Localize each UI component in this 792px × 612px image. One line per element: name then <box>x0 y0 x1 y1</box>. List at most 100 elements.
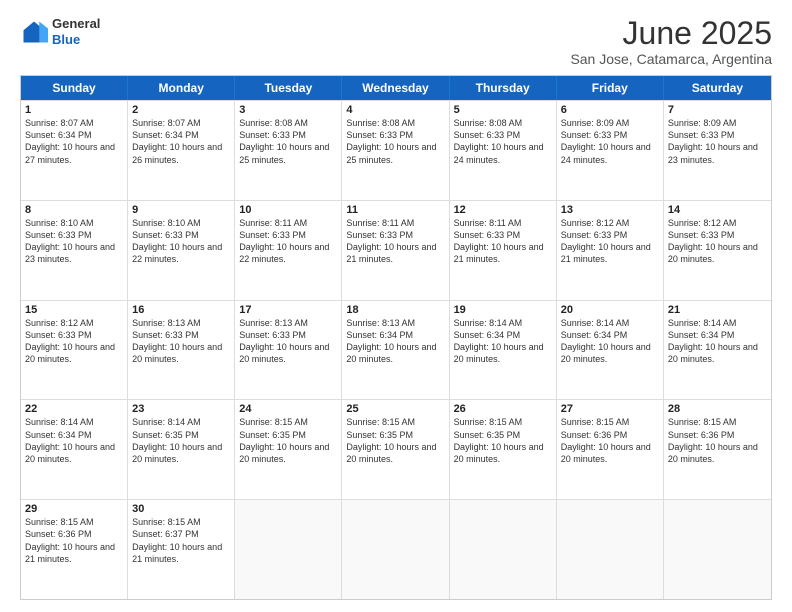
day-number: 18 <box>346 304 444 316</box>
cell-info: Sunrise: 8:15 AM Sunset: 6:35 PM Dayligh… <box>239 416 337 465</box>
cell-info: Sunrise: 8:14 AM Sunset: 6:34 PM Dayligh… <box>668 317 767 366</box>
cal-cell-1-2: 2Sunrise: 8:07 AM Sunset: 6:34 PM Daylig… <box>128 101 235 200</box>
cell-info: Sunrise: 8:14 AM Sunset: 6:34 PM Dayligh… <box>454 317 552 366</box>
logo: General Blue <box>20 16 100 47</box>
cell-info: Sunrise: 8:14 AM Sunset: 6:34 PM Dayligh… <box>25 416 123 465</box>
day-number: 29 <box>25 503 123 515</box>
cal-cell-3-3: 17Sunrise: 8:13 AM Sunset: 6:33 PM Dayli… <box>235 301 342 400</box>
cal-cell-5-3 <box>235 500 342 599</box>
day-number: 16 <box>132 304 230 316</box>
cal-cell-1-7: 7Sunrise: 8:09 AM Sunset: 6:33 PM Daylig… <box>664 101 771 200</box>
cal-cell-2-4: 11Sunrise: 8:11 AM Sunset: 6:33 PM Dayli… <box>342 201 449 300</box>
day-number: 20 <box>561 304 659 316</box>
header: General Blue June 2025 San Jose, Catamar… <box>20 16 772 67</box>
logo-text: General Blue <box>52 16 100 47</box>
logo-general: General <box>52 16 100 32</box>
day-number: 22 <box>25 403 123 415</box>
cal-cell-1-1: 1Sunrise: 8:07 AM Sunset: 6:34 PM Daylig… <box>21 101 128 200</box>
cal-cell-3-5: 19Sunrise: 8:14 AM Sunset: 6:34 PM Dayli… <box>450 301 557 400</box>
day-number: 3 <box>239 104 337 116</box>
cal-cell-4-1: 22Sunrise: 8:14 AM Sunset: 6:34 PM Dayli… <box>21 400 128 499</box>
cal-cell-5-5 <box>450 500 557 599</box>
calendar-header-row: Sunday Monday Tuesday Wednesday Thursday… <box>21 76 771 100</box>
cal-cell-3-6: 20Sunrise: 8:14 AM Sunset: 6:34 PM Dayli… <box>557 301 664 400</box>
week-row-2: 8 Sunrise: 8:10 AM Sunset: 6:33 PM Daylig… <box>21 200 771 300</box>
cal-cell-2-7: 14Sunrise: 8:12 AM Sunset: 6:33 PM Dayli… <box>664 201 771 300</box>
day-number: 8 <box>25 204 123 216</box>
cell-info: Sunrise: 8:14 AM Sunset: 6:34 PM Dayligh… <box>561 317 659 366</box>
cal-cell-1-3: 3Sunrise: 8:08 AM Sunset: 6:33 PM Daylig… <box>235 101 342 200</box>
title-block: June 2025 San Jose, Catamarca, Argentina <box>570 16 772 67</box>
day-number: 4 <box>346 104 444 116</box>
day-number: 7 <box>668 104 767 116</box>
cal-cell-2-5: 12Sunrise: 8:11 AM Sunset: 6:33 PM Dayli… <box>450 201 557 300</box>
day-number: 24 <box>239 403 337 415</box>
day-number: 5 <box>454 104 552 116</box>
cal-cell-2-6: 13Sunrise: 8:12 AM Sunset: 6:33 PM Dayli… <box>557 201 664 300</box>
day-number: 12 <box>454 204 552 216</box>
day-number: 25 <box>346 403 444 415</box>
cell-info: Sunrise: 8:15 AM Sunset: 6:36 PM Dayligh… <box>561 416 659 465</box>
cal-cell-4-2: 23Sunrise: 8:14 AM Sunset: 6:35 PM Dayli… <box>128 400 235 499</box>
header-thursday: Thursday <box>450 76 557 100</box>
cal-cell-3-2: 16Sunrise: 8:13 AM Sunset: 6:33 PM Dayli… <box>128 301 235 400</box>
day-number: 9 <box>132 204 230 216</box>
day-number: 2 <box>132 104 230 116</box>
cell-info: Sunrise: 8:12 AM Sunset: 6:33 PM Dayligh… <box>668 217 767 266</box>
header-wednesday: Wednesday <box>342 76 449 100</box>
cal-cell-1-4: 4Sunrise: 8:08 AM Sunset: 6:33 PM Daylig… <box>342 101 449 200</box>
cell-info: Sunrise: 8:13 AM Sunset: 6:33 PM Dayligh… <box>239 317 337 366</box>
cell-info: Sunrise: 8:10 AM Sunset: 6:33 PM Dayligh… <box>132 217 230 266</box>
week-row-5: 29Sunrise: 8:15 AM Sunset: 6:36 PM Dayli… <box>21 499 771 599</box>
cell-info: Sunrise: 8:14 AM Sunset: 6:35 PM Dayligh… <box>132 416 230 465</box>
week-row-1: 1Sunrise: 8:07 AM Sunset: 6:34 PM Daylig… <box>21 100 771 200</box>
day-number: 30 <box>132 503 230 515</box>
cell-info: Sunrise: 8:07 AM Sunset: 6:34 PM Dayligh… <box>132 117 230 166</box>
cal-cell-4-5: 26Sunrise: 8:15 AM Sunset: 6:35 PM Dayli… <box>450 400 557 499</box>
header-sunday: Sunday <box>21 76 128 100</box>
day-number: 17 <box>239 304 337 316</box>
cal-cell-5-2: 30Sunrise: 8:15 AM Sunset: 6:37 PM Dayli… <box>128 500 235 599</box>
logo-icon <box>20 18 48 46</box>
header-friday: Friday <box>557 76 664 100</box>
cal-cell-5-7 <box>664 500 771 599</box>
cell-info: Sunrise: 8:15 AM Sunset: 6:36 PM Dayligh… <box>668 416 767 465</box>
cal-cell-5-1: 29Sunrise: 8:15 AM Sunset: 6:36 PM Dayli… <box>21 500 128 599</box>
calendar-body: 1Sunrise: 8:07 AM Sunset: 6:34 PM Daylig… <box>21 100 771 599</box>
cal-cell-2-2: 9Sunrise: 8:10 AM Sunset: 6:33 PM Daylig… <box>128 201 235 300</box>
cell-info: Sunrise: 8:15 AM Sunset: 6:35 PM Dayligh… <box>454 416 552 465</box>
day-number: 10 <box>239 204 337 216</box>
day-number: 11 <box>346 204 444 216</box>
cell-info: Sunrise: 8:11 AM Sunset: 6:33 PM Dayligh… <box>454 217 552 266</box>
cell-info: Sunrise: 8:08 AM Sunset: 6:33 PM Dayligh… <box>239 117 337 166</box>
page: General Blue June 2025 San Jose, Catamar… <box>0 0 792 612</box>
day-number: 15 <box>25 304 123 316</box>
week-row-4: 22Sunrise: 8:14 AM Sunset: 6:34 PM Dayli… <box>21 399 771 499</box>
logo-blue: Blue <box>52 32 100 48</box>
header-tuesday: Tuesday <box>235 76 342 100</box>
day-number: 14 <box>668 204 767 216</box>
cal-cell-3-7: 21Sunrise: 8:14 AM Sunset: 6:34 PM Dayli… <box>664 301 771 400</box>
cell-info: Sunrise: 8:11 AM Sunset: 6:33 PM Dayligh… <box>239 217 337 266</box>
cell-info: Sunrise: 8:08 AM Sunset: 6:33 PM Dayligh… <box>346 117 444 166</box>
day-number: 28 <box>668 403 767 415</box>
cal-cell-4-3: 24Sunrise: 8:15 AM Sunset: 6:35 PM Dayli… <box>235 400 342 499</box>
header-monday: Monday <box>128 76 235 100</box>
day-number: 19 <box>454 304 552 316</box>
cell-info: Sunrise: 8:15 AM Sunset: 6:35 PM Dayligh… <box>346 416 444 465</box>
subtitle: San Jose, Catamarca, Argentina <box>570 51 772 67</box>
cal-cell-5-4 <box>342 500 449 599</box>
cal-cell-1-6: 6Sunrise: 8:09 AM Sunset: 6:33 PM Daylig… <box>557 101 664 200</box>
cal-cell-4-4: 25Sunrise: 8:15 AM Sunset: 6:35 PM Dayli… <box>342 400 449 499</box>
cal-cell-2-3: 10Sunrise: 8:11 AM Sunset: 6:33 PM Dayli… <box>235 201 342 300</box>
day-number: 13 <box>561 204 659 216</box>
calendar: Sunday Monday Tuesday Wednesday Thursday… <box>20 75 772 600</box>
cal-cell-4-6: 27Sunrise: 8:15 AM Sunset: 6:36 PM Dayli… <box>557 400 664 499</box>
cal-cell-5-6 <box>557 500 664 599</box>
cal-cell-1-5: 5Sunrise: 8:08 AM Sunset: 6:33 PM Daylig… <box>450 101 557 200</box>
cell-info: Sunrise: 8:15 AM Sunset: 6:36 PM Dayligh… <box>25 516 123 565</box>
cell-info: Sunrise: 8:09 AM Sunset: 6:33 PM Dayligh… <box>561 117 659 166</box>
day-number: 23 <box>132 403 230 415</box>
cal-cell-4-7: 28Sunrise: 8:15 AM Sunset: 6:36 PM Dayli… <box>664 400 771 499</box>
cell-info: Sunrise: 8:13 AM Sunset: 6:33 PM Dayligh… <box>132 317 230 366</box>
